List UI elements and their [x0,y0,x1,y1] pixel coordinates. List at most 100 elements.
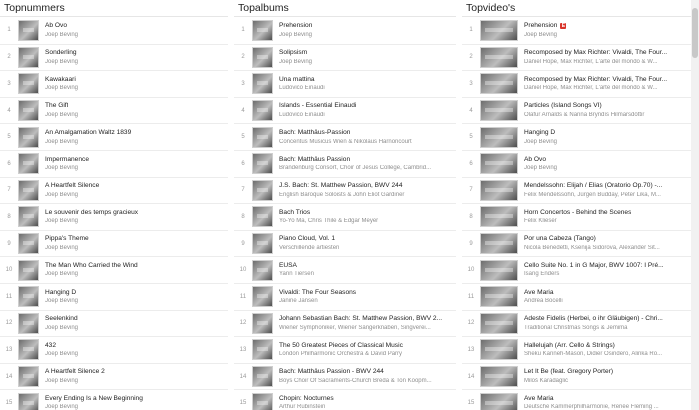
item-title[interactable]: Particles (Island Songs VI) [524,102,602,110]
video-row[interactable]: 9 Por una Cabeza (Tango) Nicola Benedetti,… [462,229,691,257]
album-row[interactable]: 14 Bach: Matthäus Passion - BWV 244 Boys C… [234,362,456,390]
item-artist-link[interactable]: Joep Beving [524,165,691,172]
item-title-link[interactable]: Pippa's Theme [45,235,228,243]
item-title-link[interactable]: Every Ending Is a New Beginning [45,395,228,403]
video-row[interactable]: 2 Recomposed by Max Richter: Vivaldi, The… [462,43,691,71]
item-title-link[interactable]: Bach: Matthäus-Passion [279,129,456,137]
artwork-thumbnail[interactable] [18,46,39,68]
video-row[interactable]: 8 Horn Concertos - Behind the Scenes Felix… [462,203,691,230]
item-title-link[interactable]: Hanging D [524,129,691,137]
item-artist-link[interactable]: London Philharmonic Orchestra & David Pa… [279,351,456,358]
item-artist-link[interactable]: Joep Beving [45,139,228,146]
item-title-link[interactable]: Una mattina [279,76,456,84]
video-thumbnail[interactable] [480,153,518,175]
song-row[interactable]: 2 Sonderling Joep Beving [0,43,228,71]
item-title[interactable]: Le souvenir des temps gracieux [45,209,138,217]
top-albums-heading[interactable]: Topalbums [234,0,456,17]
video-thumbnail[interactable] [480,73,518,95]
item-artist-link[interactable]: Wiener Symphoniker, Wiener Sängerknaben,… [279,325,456,332]
song-row[interactable]: 5 An Amalgamation Waltz 1839 Joep Beving [0,123,228,150]
item-title-link[interactable]: Chopin: Nocturnes [279,395,456,403]
item-title-link[interactable]: The Man Who Carried the Wind [45,262,228,270]
artwork-thumbnail[interactable] [252,259,273,281]
song-row[interactable]: 11 Hanging D Joep Beving [0,282,228,310]
item-title[interactable]: Vivaldi: The Four Seasons [279,289,356,297]
artwork-thumbnail[interactable] [18,286,39,308]
item-title-link[interactable]: Ave Maria [524,395,691,403]
album-row[interactable]: 1 Prehension Joep Beving [234,17,456,44]
song-row[interactable]: 14 A Heartfelt Silence 2 Joep Beving [0,362,228,390]
item-artist-link[interactable]: Joep Beving [45,298,228,305]
album-row[interactable]: 6 Bach: Matthäus Passion Brandenburg Conso… [234,149,456,177]
item-artist-link[interactable]: Isang Enders [524,271,691,278]
album-row[interactable]: 11 Vivaldi: The Four Seasons Janine Jansen [234,282,456,310]
item-title[interactable]: Por una Cabeza (Tango) [524,235,596,243]
item-title[interactable]: Ave Maria [524,289,554,297]
album-row[interactable]: 9 Piano Cloud, Vol. 1 Verschillende arties… [234,229,456,257]
artwork-thumbnail[interactable] [252,153,273,175]
item-title[interactable]: A Heartfelt Silence [45,182,99,190]
video-row[interactable]: 7 Mendelssohn: Elijah / Elias (Oratorio O… [462,176,691,204]
video-thumbnail[interactable] [480,339,518,361]
item-title-link[interactable]: Cello Suite No. 1 in G Major, BWV 1007: … [524,262,691,270]
item-title[interactable]: Every Ending Is a New Beginning [45,395,143,403]
item-title[interactable]: Kawakaari [45,76,76,84]
item-title[interactable]: Hanging D [524,129,555,137]
song-row[interactable]: 15 Every Ending Is a New Beginning Joep Be… [0,389,228,410]
item-title[interactable]: Ave Maria [524,395,554,403]
item-title-link[interactable]: Hallelujah (Arr. Cello & Strings) [524,342,691,350]
song-row[interactable]: 1 Ab Ovo Joep Beving [0,17,228,44]
item-artist-link[interactable]: Ludovico Einaudi [279,112,456,119]
item-artist-link[interactable]: Joep Beving [45,112,228,119]
video-row[interactable]: 15 Ave Maria Deutsche Kammerphilharmonie, … [462,389,691,410]
item-artist-link[interactable]: Miloš Karadaglić [524,378,691,385]
video-thumbnail[interactable] [480,392,518,410]
item-artist-link[interactable]: Ludovico Einaudi [279,85,456,92]
item-title-link[interactable]: Recomposed by Max Richter: Vivaldi, The … [524,76,691,84]
artwork-thumbnail[interactable] [252,46,273,68]
artwork-thumbnail[interactable] [252,19,273,41]
item-artist-link[interactable]: Joep Beving [45,271,228,278]
song-row[interactable]: 7 A Heartfelt Silence Joep Beving [0,176,228,204]
item-title[interactable]: Prehension [279,22,312,30]
item-title-link[interactable]: Solipsism [279,49,456,57]
artwork-thumbnail[interactable] [252,339,273,361]
artwork-thumbnail[interactable] [252,286,273,308]
item-title[interactable]: The Gift [45,102,68,110]
item-artist-link[interactable]: Joep Beving [279,32,456,39]
item-artist-link[interactable]: Joep Beving [45,378,228,385]
item-title[interactable]: Chopin: Nocturnes [279,395,334,403]
video-thumbnail[interactable] [480,233,518,255]
item-title[interactable]: Bach Trios [279,209,310,217]
item-title[interactable]: Seelenkind [45,315,78,323]
video-thumbnail[interactable] [480,286,518,308]
video-row[interactable]: 13 Hallelujah (Arr. Cello & Strings) Sheku… [462,336,691,363]
artwork-thumbnail[interactable] [252,312,273,334]
item-artist-link[interactable]: Joep Beving [45,325,228,332]
video-row[interactable]: 14 Let It Be (feat. Gregory Porter) Miloš … [462,362,691,390]
item-title-link[interactable]: Sonderling [45,49,228,57]
item-title-link[interactable]: Bach: Matthäus Passion - BWV 244 [279,368,456,376]
item-title[interactable]: Ab Ovo [45,22,67,30]
video-thumbnail[interactable] [480,206,518,228]
item-artist-link[interactable]: Yann Tiersen [279,271,456,278]
artwork-thumbnail[interactable] [18,339,39,361]
item-artist-link[interactable]: Deutsche Kammerphilharmonie, Renée Flemi… [524,404,691,410]
top-songs-heading[interactable]: Topnummers [0,0,228,17]
album-row[interactable]: 3 Una mattina Ludovico Einaudi [234,70,456,97]
item-artist-link[interactable]: Daniel Hope, Max Richter, L'arte del mon… [524,85,691,92]
item-artist-link[interactable]: Joep Beving [524,32,691,39]
item-title-link[interactable]: Bach Trios [279,209,456,217]
item-title-link[interactable]: Hanging D [45,289,228,297]
artwork-thumbnail[interactable] [18,19,39,41]
song-row[interactable]: 13 432 Joep Beving [0,336,228,363]
item-artist-link[interactable]: Felix Klieser [524,218,691,225]
song-row[interactable]: 12 Seelenkind Joep Beving [0,309,228,337]
video-row[interactable]: 5 Hanging D Joep Beving [462,123,691,150]
song-row[interactable]: 9 Pippa's Theme Joep Beving [0,229,228,257]
item-title-link[interactable]: Horn Concertos - Behind the Scenes [524,209,691,217]
item-artist-link[interactable]: Andrea Bocelli [524,298,691,305]
item-title-link[interactable]: The 50 Greatest Pieces of Classical Musi… [279,342,456,350]
item-artist-link[interactable]: Joep Beving [45,218,228,225]
video-thumbnail[interactable] [480,19,518,41]
